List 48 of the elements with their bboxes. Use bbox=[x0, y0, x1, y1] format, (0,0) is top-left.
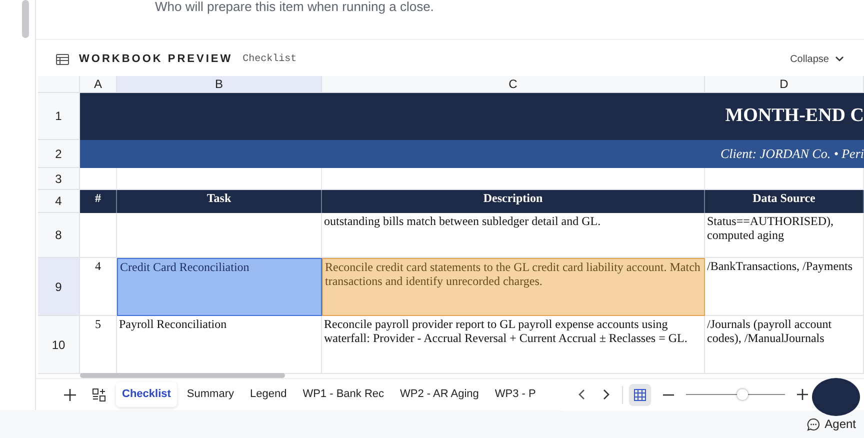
sheet-tab[interactable]: WP1 - Bank Rec bbox=[296, 382, 390, 407]
sheet-subtitle: Client: JORDAN Co. • Peri bbox=[80, 140, 864, 168]
description-text: Who will prepare this item when running a close. bbox=[155, 0, 434, 14]
table-icon bbox=[56, 54, 69, 64]
row-header: 10 bbox=[38, 316, 80, 374]
grid-icon bbox=[634, 388, 646, 400]
row-header: 8 bbox=[38, 213, 80, 258]
chevron-left-icon bbox=[578, 389, 585, 400]
minus-icon bbox=[662, 394, 674, 396]
column-heading: Data Source bbox=[705, 190, 864, 213]
sheet-tab[interactable]: Summary bbox=[180, 382, 240, 407]
chat-icon bbox=[806, 418, 820, 430]
row-header: 9 bbox=[38, 258, 80, 316]
plus-icon bbox=[797, 389, 808, 400]
table-cell: /Journals (payroll account codes), /ManualJournals bbox=[705, 316, 864, 374]
section-subtitle: Checklist bbox=[242, 52, 297, 66]
chevron-right-icon bbox=[603, 389, 610, 400]
table-cell: Reconcile payroll provider report to GL payroll expense accounts using waterfall: Provider - Accrual Reversal + Current Accrual ± Reclasses = GL. bbox=[322, 316, 705, 374]
sheet-tab[interactable]: WP2 - AR Aging bbox=[394, 382, 485, 407]
slider-thumb[interactable] bbox=[736, 389, 748, 400]
column-header[interactable]: C bbox=[322, 76, 705, 93]
column-header[interactable]: D bbox=[705, 76, 864, 93]
chevron-down-icon bbox=[835, 56, 844, 62]
sheet-title: MONTH-END C bbox=[80, 93, 864, 140]
sheet-tab[interactable]: Checklist bbox=[116, 382, 177, 407]
horizontal-scrollbar[interactable] bbox=[80, 373, 285, 378]
sheet-tab[interactable]: WP3 - P bbox=[488, 382, 542, 407]
agent-button[interactable]: Agent bbox=[806, 415, 856, 433]
scrollbar-thumb[interactable] bbox=[22, 0, 29, 38]
column-header[interactable]: B bbox=[117, 76, 322, 93]
table-cell: Status==AUTHORISED), computed aging bbox=[705, 213, 864, 258]
plus-icon bbox=[64, 388, 76, 400]
sheets-icon bbox=[92, 388, 106, 402]
row-header: 4 bbox=[38, 190, 80, 213]
table-cell: /BankTransactions, /Payments bbox=[705, 258, 864, 316]
column-heading: Description bbox=[322, 190, 705, 213]
section-title: WORKBOOK PREVIEW bbox=[79, 52, 233, 67]
row-header: 1 bbox=[38, 93, 80, 140]
gridlines-button[interactable] bbox=[628, 384, 651, 406]
table-cell: Credit Card Reconciliation bbox=[117, 258, 322, 316]
sheet-tab[interactable]: Legend bbox=[244, 382, 293, 407]
column-heading: Task bbox=[117, 190, 322, 213]
column-header[interactable]: A bbox=[80, 76, 117, 93]
table-cell: Reconcile credit card statements to the GL credit card liability account. Match transactions and identify unrecorded charges. bbox=[322, 258, 705, 316]
row-header: 3 bbox=[38, 168, 80, 190]
column-heading: # bbox=[80, 190, 117, 213]
collapse-button[interactable]: Collapse bbox=[790, 52, 844, 66]
row-header: 2 bbox=[38, 140, 80, 168]
